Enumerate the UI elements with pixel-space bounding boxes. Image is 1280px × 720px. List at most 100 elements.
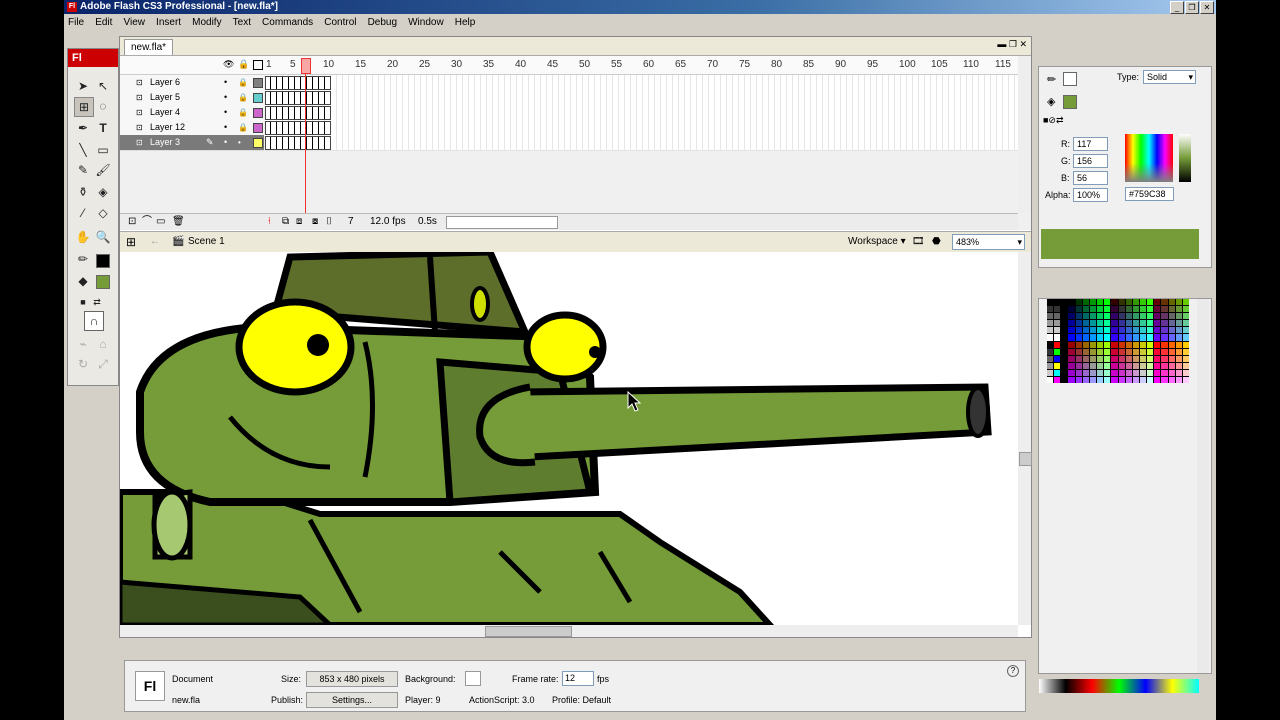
- color-swatch[interactable]: [1082, 376, 1089, 383]
- color-swatch[interactable]: [1054, 341, 1061, 348]
- color-swatch[interactable]: [1161, 355, 1168, 362]
- color-swatch[interactable]: [1075, 334, 1082, 341]
- zoom-tool-icon[interactable]: 🔍: [94, 228, 112, 246]
- color-swatch[interactable]: [1132, 313, 1139, 320]
- help-icon[interactable]: ?: [1007, 665, 1019, 677]
- swap-colors-icon[interactable]: ⇄: [88, 293, 106, 311]
- color-swatch[interactable]: [1125, 362, 1132, 369]
- menu-control[interactable]: Control: [320, 17, 360, 28]
- layer-frames[interactable]: [265, 75, 1018, 91]
- color-swatch[interactable]: [1061, 313, 1068, 320]
- color-swatch[interactable]: [1082, 334, 1089, 341]
- color-swatch[interactable]: [1168, 348, 1175, 355]
- color-swatch[interactable]: [1047, 348, 1054, 355]
- color-swatch[interactable]: [1161, 376, 1168, 383]
- layer-frames[interactable]: [265, 120, 1018, 136]
- gradient-swatch-row[interactable]: [1039, 679, 1199, 693]
- color-swatch[interactable]: [1082, 348, 1089, 355]
- type-select[interactable]: Solid ▾: [1143, 70, 1196, 84]
- color-swatch[interactable]: [1104, 306, 1111, 313]
- minimize-button[interactable]: _: [1170, 1, 1184, 14]
- fill-color-icon[interactable]: ◆: [74, 272, 92, 290]
- swatch-grid[interactable]: [1047, 299, 1189, 383]
- layer-frames[interactable]: [265, 90, 1018, 106]
- color-swatch[interactable]: [1061, 348, 1068, 355]
- layer-row[interactable]: ⊡ Layer 6 • 🔒: [120, 75, 1018, 91]
- color-swatch[interactable]: [1047, 299, 1054, 306]
- insert-folder-icon[interactable]: ▭: [156, 214, 165, 230]
- color-swatch[interactable]: [1182, 376, 1189, 383]
- color-swatch[interactable]: [1111, 313, 1118, 320]
- color-swatch[interactable]: [1075, 376, 1082, 383]
- color-swatch[interactable]: [1054, 355, 1061, 362]
- color-swatch[interactable]: [1139, 355, 1147, 362]
- color-swatch[interactable]: [1047, 306, 1054, 313]
- onion-skin-icon[interactable]: ⧉: [282, 214, 289, 230]
- swatches-vscroll[interactable]: [1197, 299, 1209, 673]
- color-swatch[interactable]: [1054, 327, 1061, 334]
- color-swatch[interactable]: [1175, 348, 1182, 355]
- visibility-dot[interactable]: •: [224, 75, 227, 90]
- color-swatch[interactable]: [1097, 306, 1104, 313]
- brightness-slider[interactable]: [1179, 134, 1191, 182]
- color-swatch[interactable]: [1132, 320, 1139, 327]
- color-swatch[interactable]: [1168, 313, 1175, 320]
- menu-commands[interactable]: Commands: [258, 17, 317, 28]
- color-swatch[interactable]: [1097, 362, 1104, 369]
- layer-name-cell[interactable]: ⊡ Layer 12 • 🔒: [120, 120, 264, 136]
- color-swatch[interactable]: [1175, 313, 1182, 320]
- layer-lock-icon[interactable]: 🔒: [238, 75, 248, 90]
- color-swatch[interactable]: [1182, 313, 1189, 320]
- back-arrow-icon[interactable]: ←: [150, 232, 160, 252]
- color-swatch[interactable]: [1104, 355, 1111, 362]
- subselection-tool-icon[interactable]: ↖: [94, 77, 112, 95]
- stroke-color-icon[interactable]: ✏: [74, 250, 92, 268]
- color-swatch[interactable]: [1182, 348, 1189, 355]
- color-swatch[interactable]: [1161, 327, 1168, 334]
- close-button[interactable]: ✕: [1200, 1, 1214, 14]
- color-swatch[interactable]: [1147, 313, 1154, 320]
- color-swatch[interactable]: [1047, 341, 1054, 348]
- color-swatch[interactable]: [1118, 369, 1125, 376]
- insert-layer-icon[interactable]: ⊡: [128, 214, 136, 230]
- color-swatch[interactable]: [1089, 334, 1097, 341]
- color-swatch[interactable]: [1175, 341, 1182, 348]
- color-swatch[interactable]: [1097, 320, 1104, 327]
- color-swatch[interactable]: [1089, 355, 1097, 362]
- color-swatch[interactable]: [1075, 313, 1082, 320]
- color-swatch[interactable]: [1147, 327, 1154, 334]
- color-swatch[interactable]: [1125, 327, 1132, 334]
- color-swatch[interactable]: [1068, 327, 1075, 334]
- color-swatch[interactable]: [1175, 376, 1182, 383]
- menu-insert[interactable]: Insert: [152, 17, 185, 28]
- color-swatch[interactable]: [1175, 306, 1182, 313]
- color-swatch[interactable]: [1161, 362, 1168, 369]
- color-swatch[interactable]: [1175, 327, 1182, 334]
- add-motion-guide-icon[interactable]: ⌒: [142, 214, 152, 230]
- menu-debug[interactable]: Debug: [364, 17, 401, 28]
- color-swatch[interactable]: [1168, 355, 1175, 362]
- frame-rate-input[interactable]: 12: [562, 671, 594, 686]
- color-swatch[interactable]: [1168, 320, 1175, 327]
- color-swatch[interactable]: [1111, 376, 1118, 383]
- smooth-option-icon[interactable]: ⌁: [74, 335, 92, 353]
- eyedropper-tool-icon[interactable]: ⁄: [74, 204, 92, 222]
- color-swatch[interactable]: [1047, 313, 1054, 320]
- color-swatch[interactable]: [1111, 348, 1118, 355]
- document-tab[interactable]: new.fla*: [124, 39, 174, 55]
- color-swatch[interactable]: [1168, 299, 1175, 306]
- color-swatch[interactable]: [1068, 376, 1075, 383]
- color-swatch[interactable]: [1182, 355, 1189, 362]
- color-swatch[interactable]: [1054, 348, 1061, 355]
- color-swatch[interactable]: [1111, 369, 1118, 376]
- color-swatch[interactable]: [1104, 348, 1111, 355]
- color-swatch[interactable]: [1125, 306, 1132, 313]
- eraser-tool-icon[interactable]: ◇: [94, 204, 112, 222]
- color-swatch[interactable]: [1047, 334, 1054, 341]
- color-swatch[interactable]: [1118, 334, 1125, 341]
- color-swatch[interactable]: [1118, 327, 1125, 334]
- color-swatch[interactable]: [1054, 313, 1061, 320]
- color-swatch[interactable]: [1118, 299, 1125, 306]
- color-swatch[interactable]: [1154, 313, 1161, 320]
- color-swatch[interactable]: [1132, 341, 1139, 348]
